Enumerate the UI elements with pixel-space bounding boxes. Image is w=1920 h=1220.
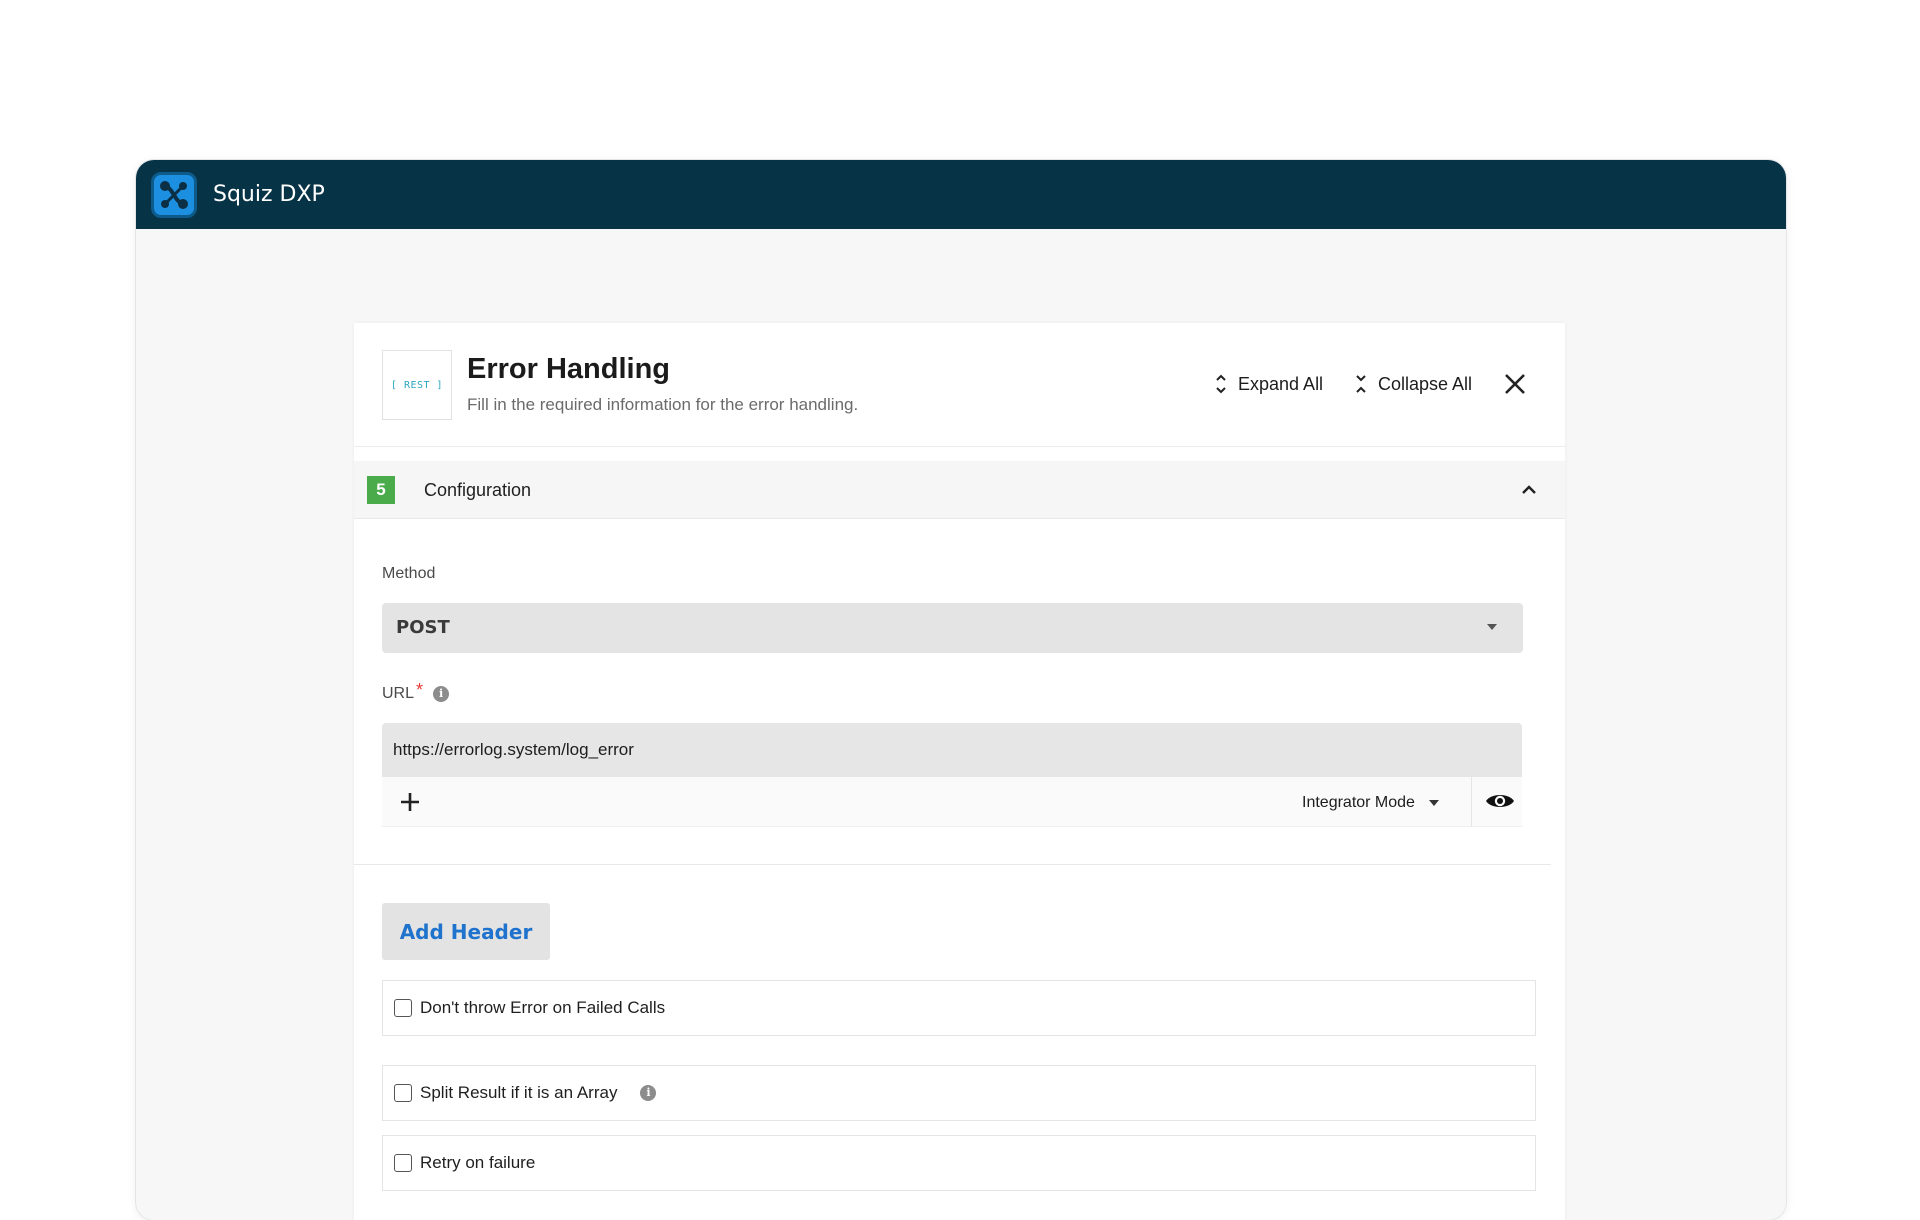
dont-throw-error-checkbox[interactable]: [394, 999, 412, 1017]
collapse-icon: [1356, 375, 1366, 393]
info-icon[interactable]: i: [433, 686, 450, 702]
url-input[interactable]: [382, 723, 1522, 777]
checkbox-label: Retry on failure: [420, 1153, 536, 1172]
eye-icon[interactable]: [1484, 789, 1516, 813]
expand-all-label: Expand All: [1238, 373, 1324, 394]
section-divider: [354, 864, 1551, 865]
split-result-row: Split Result if it is an Array i: [382, 1065, 1536, 1121]
checkbox-label: Split Result if it is an Array: [420, 1083, 618, 1102]
collapse-all-button[interactable]: Collapse All: [1354, 371, 1472, 397]
toolbar-divider: [1471, 777, 1472, 827]
add-header-button[interactable]: Add Header: [382, 903, 550, 960]
chevron-up-icon[interactable]: [1518, 479, 1540, 501]
retry-on-failure-checkbox[interactable]: [394, 1154, 412, 1172]
expand-all-button[interactable]: Expand All: [1214, 371, 1323, 397]
close-button[interactable]: [1501, 370, 1529, 398]
method-label: Method: [382, 565, 436, 582]
url-label-row: URL * i: [382, 680, 450, 704]
collapse-all-label: Collapse All: [1378, 373, 1473, 394]
expand-icon: [1216, 374, 1226, 394]
app-title: Squiz DXP: [213, 182, 325, 207]
plus-icon[interactable]: [398, 790, 422, 814]
panel-subtitle: Fill in the required information for the…: [467, 395, 859, 414]
mode-label: Integrator Mode: [1302, 794, 1415, 811]
rest-badge: [ REST ]: [382, 350, 452, 420]
info-icon[interactable]: i: [640, 1085, 657, 1101]
panel-title: Error Handling: [467, 353, 671, 385]
step-number-badge: 5: [367, 476, 395, 504]
required-marker: *: [416, 680, 424, 700]
dont-throw-error-row: Don't throw Error on Failed Calls: [382, 980, 1536, 1036]
integrator-mode-select[interactable]: Integrator Mode: [1302, 792, 1439, 814]
section-title: Configuration: [424, 480, 532, 500]
app-window: Squiz DXP [ REST ] Error Handling Fill i…: [136, 160, 1786, 1220]
squiz-logo-icon[interactable]: [151, 172, 197, 218]
error-handling-panel: [ REST ] Error Handling Fill in the requ…: [354, 323, 1565, 1220]
caret-down-icon: [1428, 800, 1439, 806]
top-bar: Squiz DXP: [136, 160, 1786, 229]
method-value: POST: [396, 617, 450, 638]
configuration-section-header[interactable]: 5 Configuration: [354, 461, 1565, 519]
split-result-checkbox[interactable]: [394, 1084, 412, 1102]
retry-on-failure-row: Retry on failure: [382, 1135, 1536, 1191]
caret-down-icon: [1487, 624, 1497, 630]
checkbox-label: Don't throw Error on Failed Calls: [420, 998, 666, 1017]
url-label: URL: [382, 685, 415, 702]
url-toolbar: Integrator Mode: [382, 777, 1522, 827]
panel-header: [ REST ] Error Handling Fill in the requ…: [354, 323, 1565, 447]
close-icon: [1505, 374, 1525, 394]
method-select[interactable]: POST: [382, 603, 1523, 653]
